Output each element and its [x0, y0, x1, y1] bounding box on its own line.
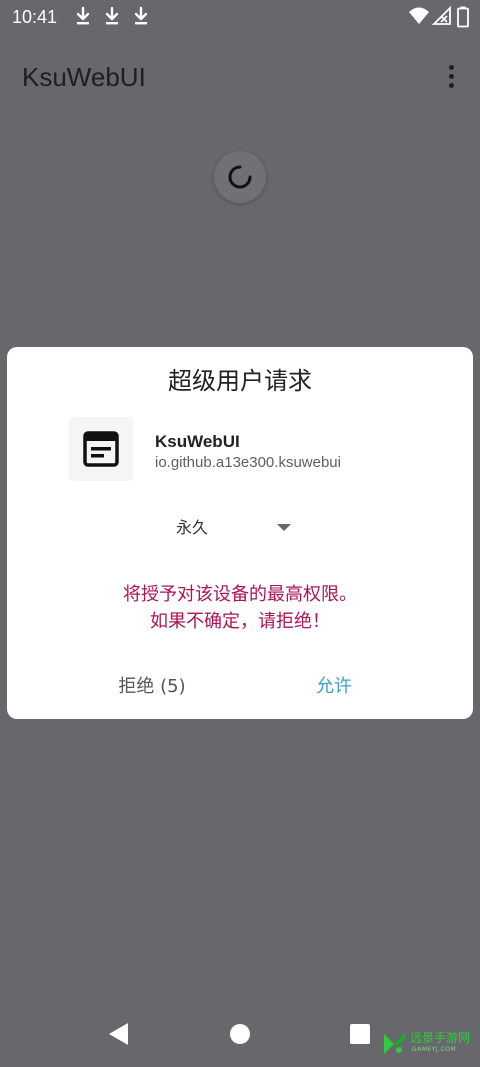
- app-title: KsuWebUI: [22, 62, 146, 92]
- more-vert-icon[interactable]: [440, 60, 462, 92]
- warning-text: 将授予对该设备的最高权限。: [123, 584, 357, 605]
- watermark: 远景手游网 GAMEYJ.COM: [382, 1030, 478, 1060]
- menu-dot: [448, 73, 454, 79]
- app-package-name: io.github.a13e300.ksuwebui: [155, 454, 341, 471]
- home-icon[interactable]: [230, 1024, 250, 1044]
- allow-button[interactable]: 允许: [269, 669, 399, 705]
- dialog-title: 超级用户请求: [168, 367, 312, 395]
- duration-dropdown[interactable]: 永久: [165, 513, 315, 543]
- status-time: 10:41: [12, 7, 58, 27]
- back-icon[interactable]: [109, 1023, 128, 1045]
- app-icon: [69, 417, 133, 481]
- watermark-subtext: GAMEYJ.COM: [412, 1046, 457, 1053]
- watermark-text: 远景手游网: [410, 1031, 471, 1045]
- watermark-logo-icon: [384, 1032, 406, 1054]
- recents-icon[interactable]: [350, 1024, 370, 1044]
- menu-dot: [448, 64, 454, 70]
- dropdown-arrow-icon: [277, 524, 291, 531]
- download-icon: [76, 6, 90, 25]
- download-icon: [105, 6, 119, 25]
- duration-value: 永久: [176, 518, 209, 537]
- status-bar: 10:41: [0, 0, 480, 34]
- superuser-request-dialog: 超级用户请求 KsuWebUI io.github.a13e300.ksuweb…: [7, 347, 473, 719]
- wifi-icon: [409, 7, 429, 24]
- no-signal-icon: [432, 6, 451, 25]
- deny-button[interactable]: 拒绝 (5): [87, 669, 217, 705]
- menu-dot: [448, 82, 454, 88]
- battery-icon: [457, 6, 469, 28]
- progress-spinner-icon: [228, 165, 252, 189]
- notes-icon: [83, 431, 119, 467]
- app-name: KsuWebUI: [155, 432, 240, 451]
- progress-spinner: [214, 151, 266, 203]
- warning-text: 如果不确定，请拒绝！: [150, 611, 330, 632]
- download-icon: [134, 6, 148, 25]
